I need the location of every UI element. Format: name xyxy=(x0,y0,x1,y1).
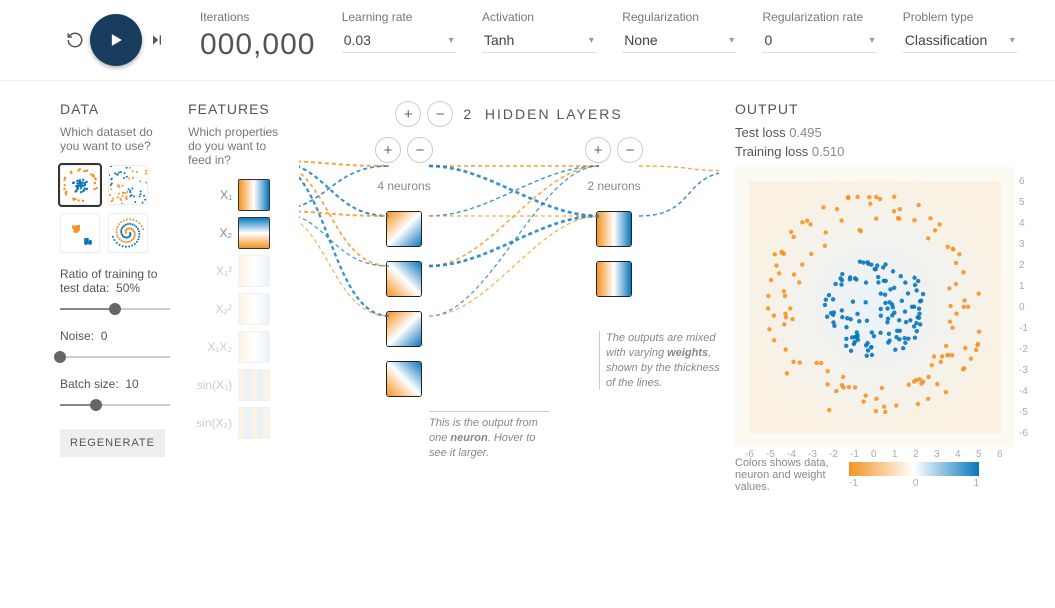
feature-1-toggle[interactable] xyxy=(238,217,270,249)
callout-neuron: This is the output from one neuron. Hove… xyxy=(429,411,549,461)
data-heading: DATA xyxy=(60,101,172,117)
add-layer-button[interactable]: + xyxy=(395,101,421,127)
activation-label: Activation xyxy=(482,10,594,24)
problem-type-label: Problem type xyxy=(903,10,1015,24)
remove-layer-button[interactable]: − xyxy=(427,101,453,127)
noise-label: Noise: xyxy=(60,329,94,343)
dataset-gauss[interactable] xyxy=(60,213,100,253)
regularization-label: Regularization xyxy=(622,10,734,24)
feature-0-label: X₁ xyxy=(188,188,232,202)
callout-weights: The outputs are mixed with varying weigh… xyxy=(599,331,726,390)
features-heading: FEATURES xyxy=(188,101,283,117)
ratio-value: 50% xyxy=(116,281,140,295)
noise-slider[interactable] xyxy=(60,347,170,367)
chevron-down-icon: ▾ xyxy=(589,35,594,46)
layer-1-neuron-1[interactable] xyxy=(596,261,632,297)
batch-label: Batch size: xyxy=(60,377,119,391)
layer-0-neuron-2[interactable] xyxy=(386,311,422,347)
step-button[interactable] xyxy=(142,25,172,55)
layer-0-add-neuron[interactable]: + xyxy=(375,137,401,163)
feature-0-toggle[interactable] xyxy=(238,179,270,211)
dataset-spiral[interactable] xyxy=(108,213,148,253)
feature-5-toggle[interactable] xyxy=(238,369,270,401)
reset-button[interactable] xyxy=(60,25,90,55)
learning-rate-label: Learning rate xyxy=(342,10,454,24)
layer-1-count: 2 neurons xyxy=(587,179,640,193)
features-question: Which properties do you want to feed in? xyxy=(188,125,283,167)
training-loss: Training loss 0.510 xyxy=(735,144,1015,159)
output-heading: OUTPUT xyxy=(735,101,1015,117)
regularization-select[interactable]: None▾ xyxy=(622,28,736,53)
regularization-rate-select[interactable]: 0▾ xyxy=(762,28,876,53)
feature-3-toggle[interactable] xyxy=(238,293,270,325)
dataset-xor[interactable] xyxy=(108,165,148,205)
color-legend-bar xyxy=(849,462,979,476)
color-legend-ticks: -101 xyxy=(849,478,979,489)
output-plot[interactable]: -6-5-4-3-2-10123456 -6-5-4-3-2-10123456 xyxy=(735,167,1015,447)
learning-rate-select[interactable]: 0.03▾ xyxy=(342,28,456,53)
feature-2-toggle[interactable] xyxy=(238,255,270,287)
iterations-label: Iterations xyxy=(200,10,314,24)
dataset-circle[interactable] xyxy=(60,165,100,205)
layer-1-add-neuron[interactable]: + xyxy=(585,137,611,163)
layer-0-neuron-1[interactable] xyxy=(386,261,422,297)
ratio-label: Ratio of training to test data: xyxy=(60,267,157,295)
activation-select[interactable]: Tanh▾ xyxy=(482,28,596,53)
legend-text: Colors shows data, neuron and weight val… xyxy=(735,457,835,493)
chevron-down-icon: ▾ xyxy=(869,35,874,46)
feature-6-toggle[interactable] xyxy=(238,407,270,439)
hidden-layers-title: 2 HIDDEN LAYERS xyxy=(463,106,622,122)
layer-0-count: 4 neurons xyxy=(377,179,430,193)
chevron-down-icon: ▾ xyxy=(1010,35,1015,46)
iterations-value: 000,000 xyxy=(200,28,314,62)
data-question: Which dataset do you want to use? xyxy=(60,125,170,153)
play-button[interactable] xyxy=(90,14,142,66)
test-loss: Test loss 0.495 xyxy=(735,125,1015,140)
feature-3-label: X₂² xyxy=(188,302,232,316)
feature-1-label: X₂ xyxy=(188,226,232,240)
layer-1-neuron-0[interactable] xyxy=(596,211,632,247)
regenerate-button[interactable]: REGENERATE xyxy=(60,429,165,457)
feature-6-label: sin(X₂) xyxy=(188,416,232,430)
batch-slider[interactable] xyxy=(60,395,170,415)
noise-value: 0 xyxy=(101,329,108,343)
layer-1-remove-neuron[interactable]: − xyxy=(617,137,643,163)
feature-4-label: X₁X₂ xyxy=(188,340,232,354)
feature-2-label: X₁² xyxy=(188,264,232,278)
layer-0-remove-neuron[interactable]: − xyxy=(407,137,433,163)
batch-value: 10 xyxy=(125,377,138,391)
feature-5-label: sin(X₁) xyxy=(188,378,232,392)
layer-0-neuron-0[interactable] xyxy=(386,211,422,247)
chevron-down-icon: ▾ xyxy=(449,35,454,46)
problem-type-select[interactable]: Classification▾ xyxy=(903,28,1017,53)
chevron-down-icon: ▾ xyxy=(729,35,734,46)
regularization-rate-label: Regularization rate xyxy=(762,10,874,24)
ratio-slider[interactable] xyxy=(60,299,170,319)
feature-4-toggle[interactable] xyxy=(238,331,270,363)
layer-0-neuron-3[interactable] xyxy=(386,361,422,397)
